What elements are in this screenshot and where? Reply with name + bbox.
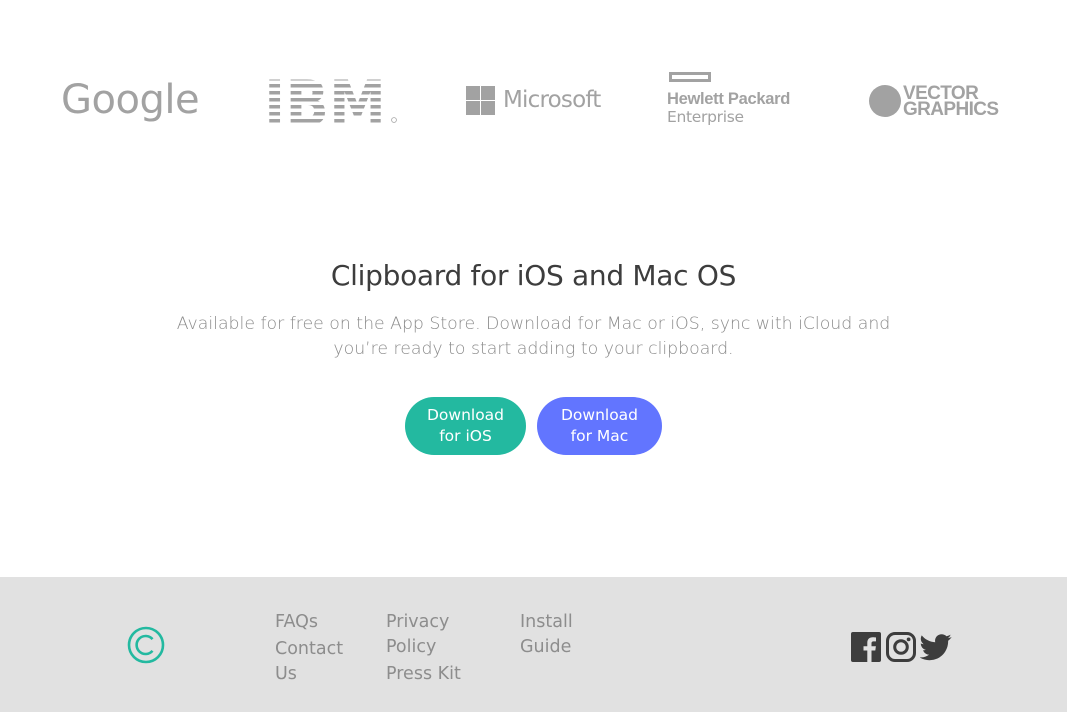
contact-us-link[interactable]: Contact Us bbox=[275, 637, 365, 687]
download-ios-button[interactable]: Download for iOS bbox=[405, 397, 526, 455]
download-ios-label: Download for iOS bbox=[426, 406, 505, 445]
footer-links-column-2: Privacy Policy Press Kit bbox=[386, 610, 486, 687]
instagram-icon[interactable] bbox=[885, 631, 917, 663]
section-title: Clipboard for iOS and Mac OS bbox=[330, 259, 737, 292]
section-description: Available for free on the App Store. Dow… bbox=[176, 314, 891, 359]
hpe-line2: Enterprise bbox=[667, 108, 744, 126]
ibm-logo: IBM bbox=[264, 76, 399, 126]
faqs-link[interactable]: FAQs bbox=[275, 610, 365, 635]
windows-icon bbox=[466, 86, 495, 115]
circle-icon bbox=[869, 85, 901, 117]
ibm-logo-graphic: IBM bbox=[264, 77, 397, 123]
vector-graphics-logo: VECTOR GRAPHICS bbox=[869, 82, 1009, 122]
footer-links-column-3: Install Guide bbox=[520, 610, 610, 660]
hpe-rectangle-icon bbox=[669, 72, 711, 82]
hpe-logo: Hewlett Packard Enterprise bbox=[667, 72, 807, 132]
twitter-icon[interactable] bbox=[919, 631, 952, 663]
copyright-style-logo-graphic bbox=[127, 626, 165, 664]
privacy-policy-link[interactable]: Privacy Policy bbox=[386, 610, 486, 660]
download-mac-label: Download for Mac bbox=[560, 406, 639, 445]
partner-logos: Google IBM bbox=[0, 60, 1067, 140]
vector-graphics-line2: GRAPHICS bbox=[903, 99, 999, 120]
install-guide-link[interactable]: Install Guide bbox=[520, 610, 610, 660]
clipboard-logo-icon[interactable] bbox=[127, 626, 165, 664]
footer: FAQs Contact Us Privacy Policy Press Kit… bbox=[0, 577, 1067, 712]
microsoft-wordmark: Microsoft bbox=[503, 87, 601, 113]
footer-links-column-1: FAQs Contact Us bbox=[275, 610, 365, 687]
facebook-icon[interactable] bbox=[850, 631, 882, 663]
page: Google IBM bbox=[0, 0, 1067, 712]
google-logo: Google bbox=[61, 77, 200, 123]
download-mac-button[interactable]: Download for Mac bbox=[537, 397, 662, 455]
press-kit-link[interactable]: Press Kit bbox=[386, 662, 486, 687]
hpe-line1: Hewlett Packard bbox=[667, 90, 790, 108]
